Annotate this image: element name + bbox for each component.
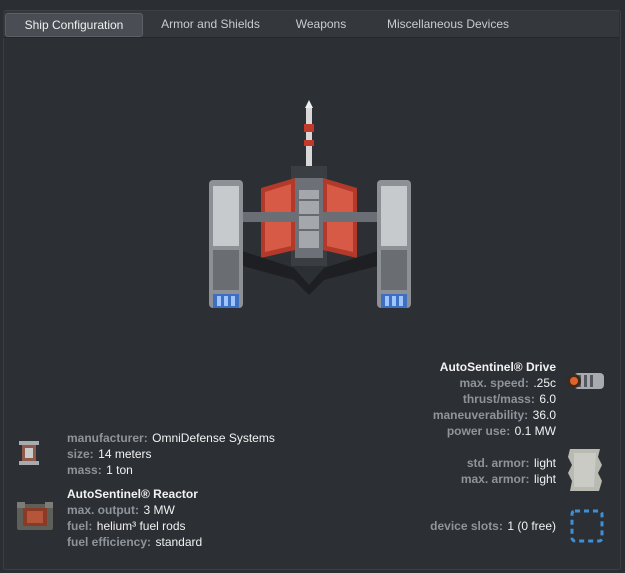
drive-max-speed: max. speed: .25c <box>459 376 556 390</box>
hull-size: size: 14 meters <box>67 447 152 461</box>
device-slots: device slots: 1 (0 free) <box>430 519 556 533</box>
ship-icon <box>209 100 411 308</box>
drive-icon <box>567 373 604 389</box>
empty-slot-icon <box>570 509 604 543</box>
tab-weapons[interactable]: Weapons <box>281 13 361 35</box>
drive-info: AutoSentinel® Drive max. speed: .25c thr… <box>433 359 556 439</box>
std-armor: std. armor: light <box>466 456 556 470</box>
reactor-title: AutoSentinel® Reactor <box>67 487 198 501</box>
drive-title: AutoSentinel® Drive <box>439 360 556 374</box>
reactor-fuel: fuel: helium³ fuel rods <box>67 519 186 533</box>
hull-info: manufacturer: OmniDefense Systems size: … <box>67 430 275 478</box>
hull-mass: mass: 1 ton <box>67 463 133 477</box>
armor-plate-icon <box>568 449 602 491</box>
reactor-icon <box>17 502 53 530</box>
reactor-info: AutoSentinel® Reactor max. output: 3 MW … <box>67 486 202 550</box>
drive-power-use: power use: 0.1 MW <box>446 424 556 438</box>
tab-miscellaneous-devices[interactable]: Miscellaneous Devices <box>367 13 529 35</box>
hull-manufacturer: manufacturer: OmniDefense Systems <box>67 431 275 445</box>
device-slots-info: device slots: 1 (0 free) <box>430 518 556 534</box>
drive-maneuverability: maneuverability: 36.0 <box>432 408 556 422</box>
hull-icon <box>19 441 39 465</box>
reactor-fuel-efficiency: fuel efficiency: standard <box>67 535 203 549</box>
tab-armor-and-shields[interactable]: Armor and Shields <box>144 13 277 35</box>
armor-info: std. armor: light max. armor: light <box>461 455 556 487</box>
tab-bar: Ship Configuration Armor and Shields Wea… <box>3 11 619 38</box>
max-armor: max. armor: light <box>460 472 556 486</box>
drive-thrust-mass: thrust/mass: 6.0 <box>462 392 556 406</box>
tab-ship-configuration[interactable]: Ship Configuration <box>5 13 143 37</box>
reactor-max-output: max. output: 3 MW <box>67 503 175 517</box>
